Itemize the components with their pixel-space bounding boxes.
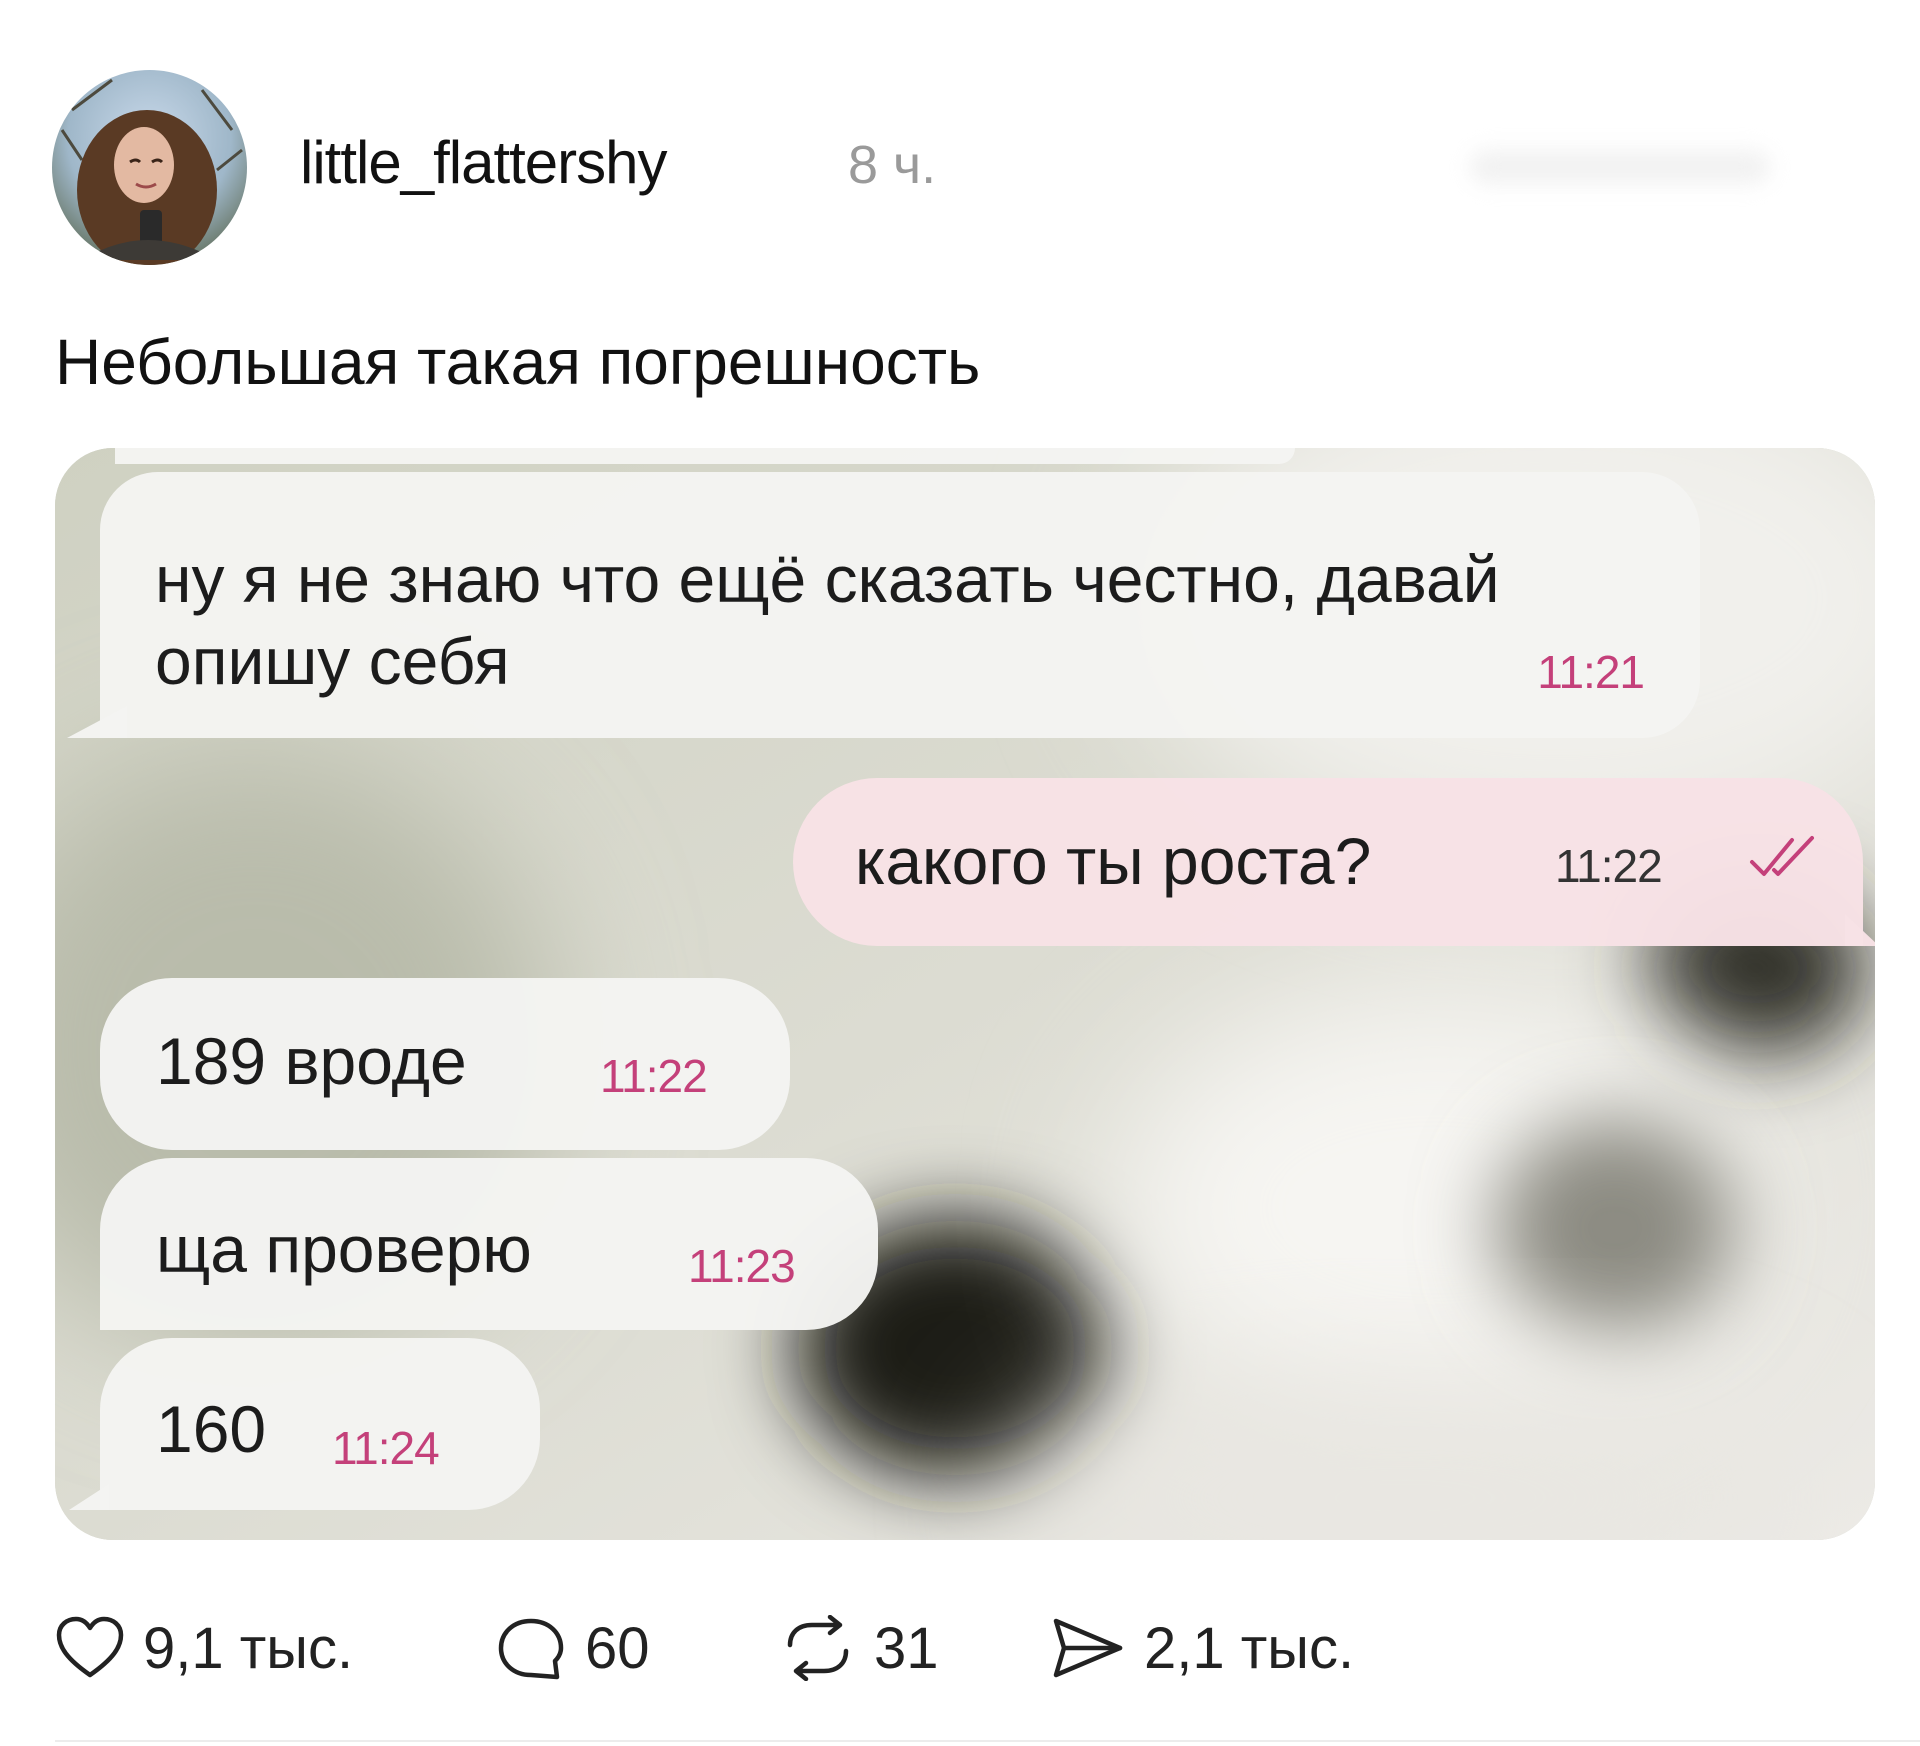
message-time: 11:22 xyxy=(1555,840,1663,892)
divider xyxy=(55,1740,1920,1742)
repost-icon xyxy=(787,1615,849,1681)
message-time: 11:22 xyxy=(600,1050,708,1102)
share-button[interactable]: 2,1 тыс. xyxy=(1050,1608,1354,1688)
message-time: 11:21 xyxy=(1537,646,1645,698)
post-caption: Небольшая такая погрешность xyxy=(55,326,981,398)
message-bubble-incoming: ща проверю 11:23 xyxy=(100,1158,878,1330)
heart-icon xyxy=(56,1616,124,1678)
post-actions: 9,1 тыс. 60 31 2,1 тыс. xyxy=(0,1608,1920,1688)
post-image[interactable]: ну я не знаю что ещё сказать честно, дав… xyxy=(55,448,1875,1540)
avatar-photo xyxy=(52,70,247,265)
previous-message-edge xyxy=(115,448,1295,464)
repost-count: 31 xyxy=(874,1615,939,1681)
message-text: ну я не знаю что ещё сказать честно, дав… xyxy=(155,542,1500,698)
message-bubble-incoming: 189 вроде 11:22 xyxy=(100,978,790,1150)
like-button[interactable]: 9,1 тыс. xyxy=(55,1608,353,1688)
message-text: ща проверю xyxy=(156,1212,532,1286)
repost-button[interactable]: 31 xyxy=(780,1608,939,1688)
like-count: 9,1 тыс. xyxy=(143,1615,354,1681)
post-timestamp: 8 ч. xyxy=(848,135,937,195)
comment-bubble-icon xyxy=(498,1618,564,1680)
reply-button[interactable]: 60 xyxy=(495,1608,650,1688)
message-text: 160 xyxy=(156,1392,267,1466)
message-time: 11:24 xyxy=(332,1422,440,1474)
message-bubble-incoming: 160 11:24 xyxy=(100,1338,540,1510)
blurred-header-action xyxy=(1470,150,1770,184)
double-check-icon xyxy=(1750,836,1814,876)
message-text: 189 вроде xyxy=(156,1024,467,1098)
share-count: 2,1 тыс. xyxy=(1144,1615,1355,1681)
reply-count: 60 xyxy=(585,1615,650,1681)
message-bubble-incoming: ну я не знаю что ещё сказать честно, дав… xyxy=(100,472,1700,738)
message-text: какого ты роста? xyxy=(855,824,1372,898)
message-time: 11:23 xyxy=(688,1240,796,1292)
send-icon xyxy=(1053,1618,1123,1678)
username[interactable]: little_flattershy xyxy=(300,128,667,198)
avatar[interactable] xyxy=(52,70,247,265)
message-bubble-outgoing: какого ты роста? 11:22 xyxy=(793,778,1863,946)
